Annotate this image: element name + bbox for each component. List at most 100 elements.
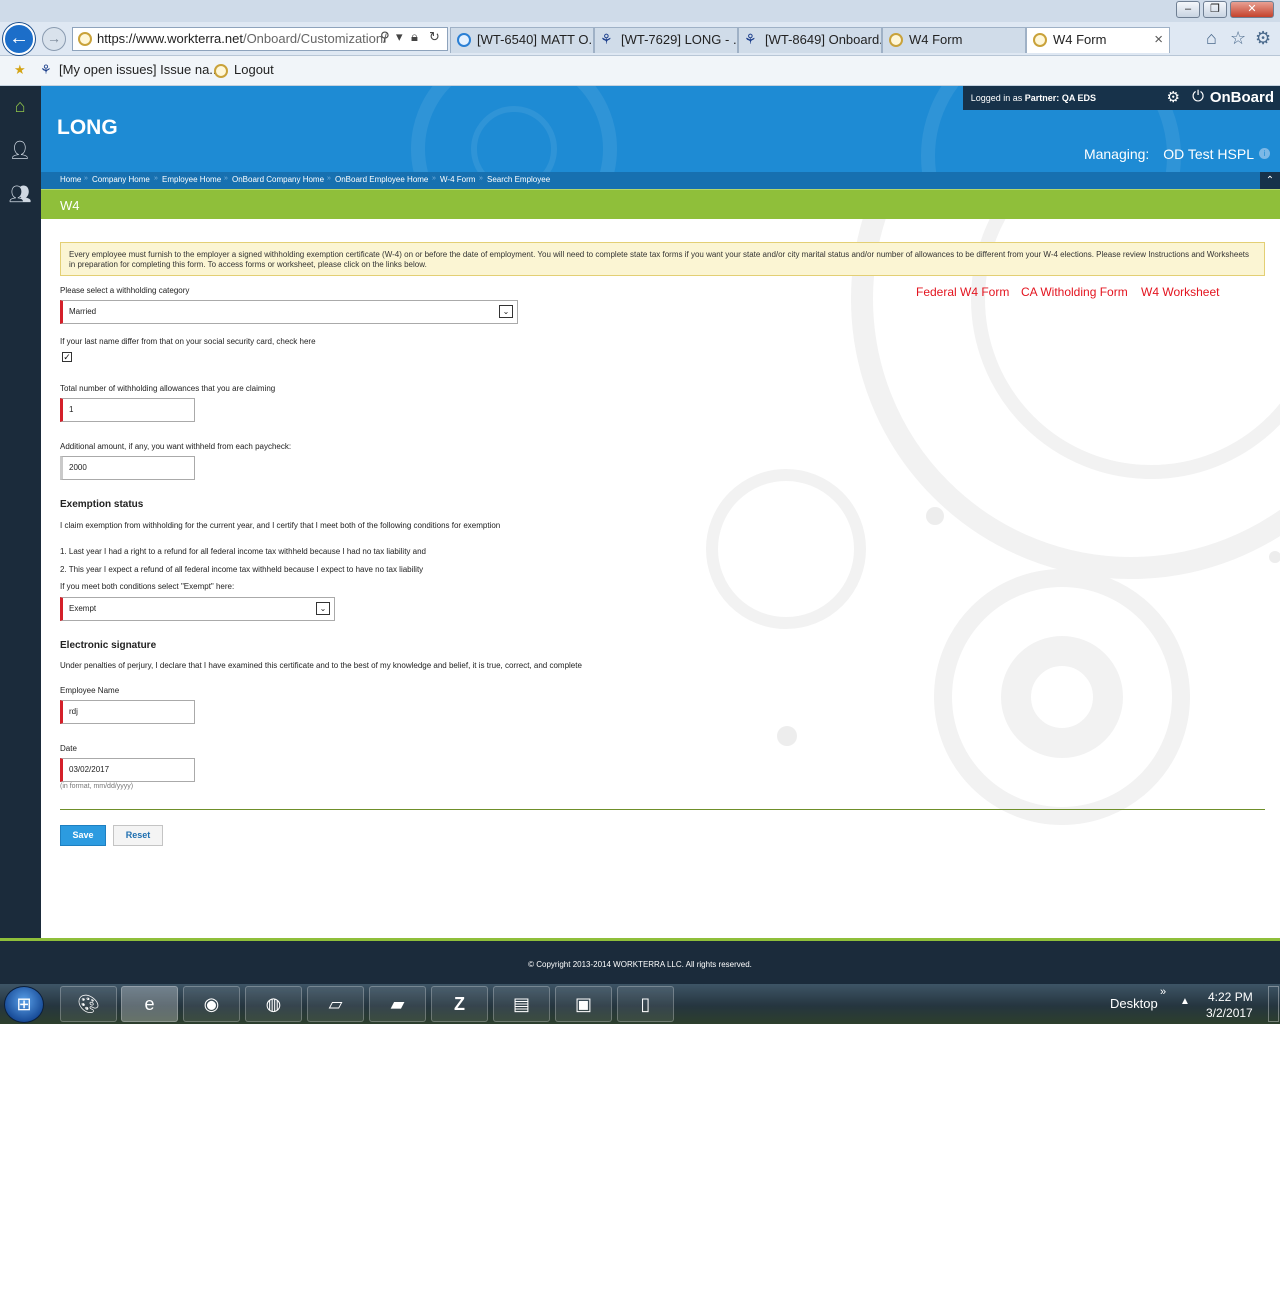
user-icon[interactable]: 👤︎: [8, 138, 32, 162]
refresh-icon[interactable]: ↻: [429, 29, 440, 45]
window-titlebar: – ❐ ✕: [0, 0, 1280, 22]
collapse-header-button[interactable]: ⌃: [1260, 172, 1280, 189]
logged-in-prefix: Logged in as: [970, 93, 1023, 103]
date-format-hint: (in format, mm/dd/yyyy): [60, 783, 134, 790]
favorite-my-open-issues[interactable]: [My open issues] Issue na...: [59, 62, 220, 77]
chevron-right-icon[interactable]: »: [1160, 986, 1166, 998]
desktop-toolbar-label[interactable]: Desktop: [1110, 996, 1158, 1011]
document-app-icon[interactable]: ▱: [307, 986, 364, 1022]
exempt-select[interactable]: Exempt ⌄: [60, 597, 335, 621]
w4-worksheet-link[interactable]: W4 Worksheet: [1141, 285, 1219, 299]
ie-icon: [457, 33, 471, 47]
tab-w4-form[interactable]: W4 Form: [882, 27, 1026, 53]
paint-icon[interactable]: 🎨︎: [60, 986, 117, 1022]
zoom-z-icon[interactable]: Z: [431, 986, 488, 1022]
decorative-ring: [1001, 636, 1123, 758]
add-favorites-icon[interactable]: ★: [14, 62, 26, 78]
site-icon: [889, 33, 903, 47]
gear-icon[interactable]: ⚙: [1255, 28, 1271, 49]
breadcrumb-company-home[interactable]: Company Home: [92, 175, 150, 184]
home-icon[interactable]: ⌂: [8, 94, 32, 118]
date-label: Date: [60, 744, 77, 753]
reset-button[interactable]: Reset: [113, 825, 163, 846]
tab-label: W4 Form: [909, 32, 963, 47]
login-info: Logged in as Partner: QA EDS: [962, 86, 1104, 110]
url-path: /Onboard/Customization/: [242, 31, 387, 46]
last-name-differs-checkbox[interactable]: ✓: [62, 352, 72, 362]
breadcrumb-home[interactable]: Home: [60, 175, 81, 184]
home-icon[interactable]: ⌂: [1206, 28, 1217, 49]
electronic-signature-heading: Electronic signature: [60, 640, 157, 651]
breadcrumb-separator: »: [327, 175, 331, 182]
snipping-tool-icon[interactable]: ▣: [555, 986, 612, 1022]
app-footer: © Copyright 2013-2014 WORKTERRA LLC. All…: [0, 941, 1280, 984]
withholding-category-value: Married: [69, 307, 97, 316]
dropdown-icon[interactable]: ▾: [396, 29, 403, 45]
back-button[interactable]: ←: [3, 23, 35, 55]
withholding-category-select[interactable]: Married ⌄: [60, 300, 518, 324]
site-icon: [1033, 33, 1047, 47]
clock-time[interactable]: 4:22 PM: [1208, 990, 1253, 1004]
chevron-down-icon: ⌄: [316, 602, 330, 615]
ca-withholding-form-link[interactable]: CA Witholding Form: [1021, 285, 1128, 299]
start-button[interactable]: ⊞: [4, 986, 44, 1023]
employee-name-input[interactable]: rdj: [60, 700, 195, 724]
brand-logo: OnBoard: [1209, 89, 1274, 106]
partner-label: Partner:: [1024, 93, 1060, 103]
page-title-strip: W4: [41, 189, 1280, 219]
chrome-icon[interactable]: ◉: [183, 986, 240, 1022]
tab-label: [WT-7629] LONG - ...: [621, 32, 738, 47]
allowances-input[interactable]: 1: [60, 398, 195, 422]
forward-button[interactable]: →: [42, 27, 66, 51]
breadcrumb-onboard-employee-home[interactable]: OnBoard Employee Home: [335, 175, 428, 184]
federal-w4-form-link[interactable]: Federal W4 Form: [916, 285, 1009, 299]
address-bar[interactable]: https://www.workterra.net/Onboard/Custom…: [72, 27, 448, 51]
exemption-intro-text: I claim exemption from withholding for t…: [60, 521, 501, 530]
favorites-star-icon[interactable]: ☆: [1230, 28, 1246, 49]
favorite-logout[interactable]: Logout: [234, 62, 274, 77]
internet-explorer-icon[interactable]: e: [121, 986, 178, 1022]
gear-icon[interactable]: ⚙: [1167, 88, 1180, 106]
main-content: Every employee must furnish to the emplo…: [41, 219, 1280, 938]
decorative-dot: [777, 726, 797, 746]
date-input[interactable]: 03/02/2017: [60, 758, 195, 782]
tab-wt-8649[interactable]: ⚘ [WT-8649] Onboard...: [738, 27, 882, 53]
maximize-button[interactable]: ❐: [1203, 1, 1227, 18]
file-explorer-icon[interactable]: ▤: [493, 986, 550, 1022]
workterra-icon: ⚘: [744, 31, 757, 47]
tab-label: W4 Form: [1053, 32, 1107, 47]
save-button[interactable]: Save: [60, 825, 106, 846]
power-icon[interactable]: ⏻: [1192, 88, 1204, 105]
tab-wt-6540[interactable]: [WT-6540] MATT O...: [450, 27, 594, 53]
close-window-button[interactable]: ✕: [1230, 1, 1274, 18]
workterra-icon: ⚘: [40, 62, 52, 77]
os-taskbar: ⊞ 🎨︎ e ◉ ◍ ▱ ▰ Z ▤ ▣ ▯ » Desktop ▲ 4:22 …: [0, 984, 1280, 1024]
additional-amount-input[interactable]: 2000: [60, 456, 195, 480]
close-tab-icon[interactable]: ×: [1154, 28, 1163, 52]
breadcrumb-w4-form[interactable]: W-4 Form: [440, 175, 475, 184]
site-icon: [78, 32, 92, 46]
form-divider: [60, 809, 1265, 810]
breadcrumb-employee-home[interactable]: Employee Home: [162, 175, 221, 184]
tab-wt-7629[interactable]: ⚘ [WT-7629] LONG - ...: [594, 27, 738, 53]
managing-value[interactable]: OD Test HSPL: [1163, 146, 1254, 162]
clock-date[interactable]: 3/2/2017: [1206, 1006, 1253, 1020]
breadcrumb-onboard-company-home[interactable]: OnBoard Company Home: [232, 175, 324, 184]
breadcrumb: Home » Company Home » Employee Home » On…: [41, 172, 1280, 189]
search-icon[interactable]: ⚲: [380, 29, 390, 45]
tab-w4-form-active[interactable]: W4 Form ×: [1026, 27, 1170, 53]
minimize-button[interactable]: –: [1176, 1, 1200, 18]
app-sidebar: ⌂ 👤︎ 👥︎: [0, 86, 41, 938]
partner-value: QA EDS: [1061, 93, 1096, 103]
exempt-prompt-label: If you meet both conditions select "Exem…: [60, 582, 235, 591]
text-file-icon[interactable]: ▯: [617, 986, 674, 1022]
breadcrumb-separator: »: [432, 175, 436, 182]
show-desktop-button[interactable]: [1268, 986, 1279, 1022]
exempt-value: Exempt: [69, 604, 97, 613]
users-icon[interactable]: 👥︎: [8, 182, 32, 206]
show-hidden-icons-icon[interactable]: ▲: [1180, 996, 1190, 1007]
info-icon[interactable]: i: [1259, 148, 1270, 159]
breadcrumb-search-employee[interactable]: Search Employee: [487, 175, 550, 184]
sticky-notes-icon[interactable]: ▰: [369, 986, 426, 1022]
firefox-icon[interactable]: ◍: [245, 986, 302, 1022]
